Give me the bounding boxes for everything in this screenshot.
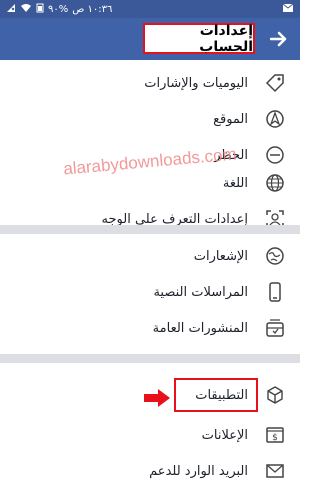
settings-item-public-posts[interactable]: المنشورات العامة [0,309,300,347]
envelope-icon [264,460,286,482]
item-label: اليوميات والإشارات [144,75,248,91]
status-left: ١٠:٣٦ ص %٩٠ [6,3,112,16]
battery-icon [36,3,44,16]
wifi-icon [20,3,32,16]
item-label: اللغة [222,175,248,191]
status-time: ١٠:٣٦ ص [72,3,113,15]
section-divider [0,225,300,234]
cube-icon [264,384,286,406]
notification-icon [282,3,294,16]
settings-item-ads[interactable]: الإعلانات $ [0,416,300,454]
arrow-right-icon [270,31,287,47]
title-highlight: إعدادات الحساب [143,22,255,55]
item-label: المنشورات العامة [152,320,248,336]
phone-icon [264,281,286,303]
svg-text:$: $ [272,433,278,443]
item-label: الإشعارات [193,248,248,264]
settings-item-support-inbox[interactable]: البريد الوارد للدعم [0,452,300,490]
globe-icon [264,172,286,194]
tag-icon [264,72,286,94]
ads-icon: $ [264,424,286,446]
status-bar: ١٠:٣٦ ص %٩٠ [0,0,300,18]
item-label: الإعلانات [201,427,248,443]
public-posts-icon [264,317,286,339]
item-label: المراسلات النصية [153,284,248,300]
settings-item-notifications[interactable]: الإشعارات [0,237,300,275]
page-title: إعدادات الحساب [199,22,253,55]
globe-notifications-icon [264,245,286,267]
section-divider [0,354,300,363]
location-icon [264,108,286,130]
settings-item-apps[interactable]: التطبيقات [0,376,300,414]
item-label: التطبيقات [195,387,248,403]
back-button[interactable] [268,28,290,50]
app-header: إعدادات الحساب [0,18,300,60]
settings-item-text-messaging[interactable]: المراسلات النصية [0,273,300,311]
battery-percent: %٩٠ [48,3,69,15]
item-label: البريد الوارد للدعم [149,463,248,479]
settings-item-timeline-tagging[interactable]: اليوميات والإشارات [0,64,300,102]
status-right [282,3,294,16]
settings-item-location[interactable]: الموقع [0,100,300,138]
item-label: الموقع [213,111,248,127]
signal-icon [6,3,16,16]
